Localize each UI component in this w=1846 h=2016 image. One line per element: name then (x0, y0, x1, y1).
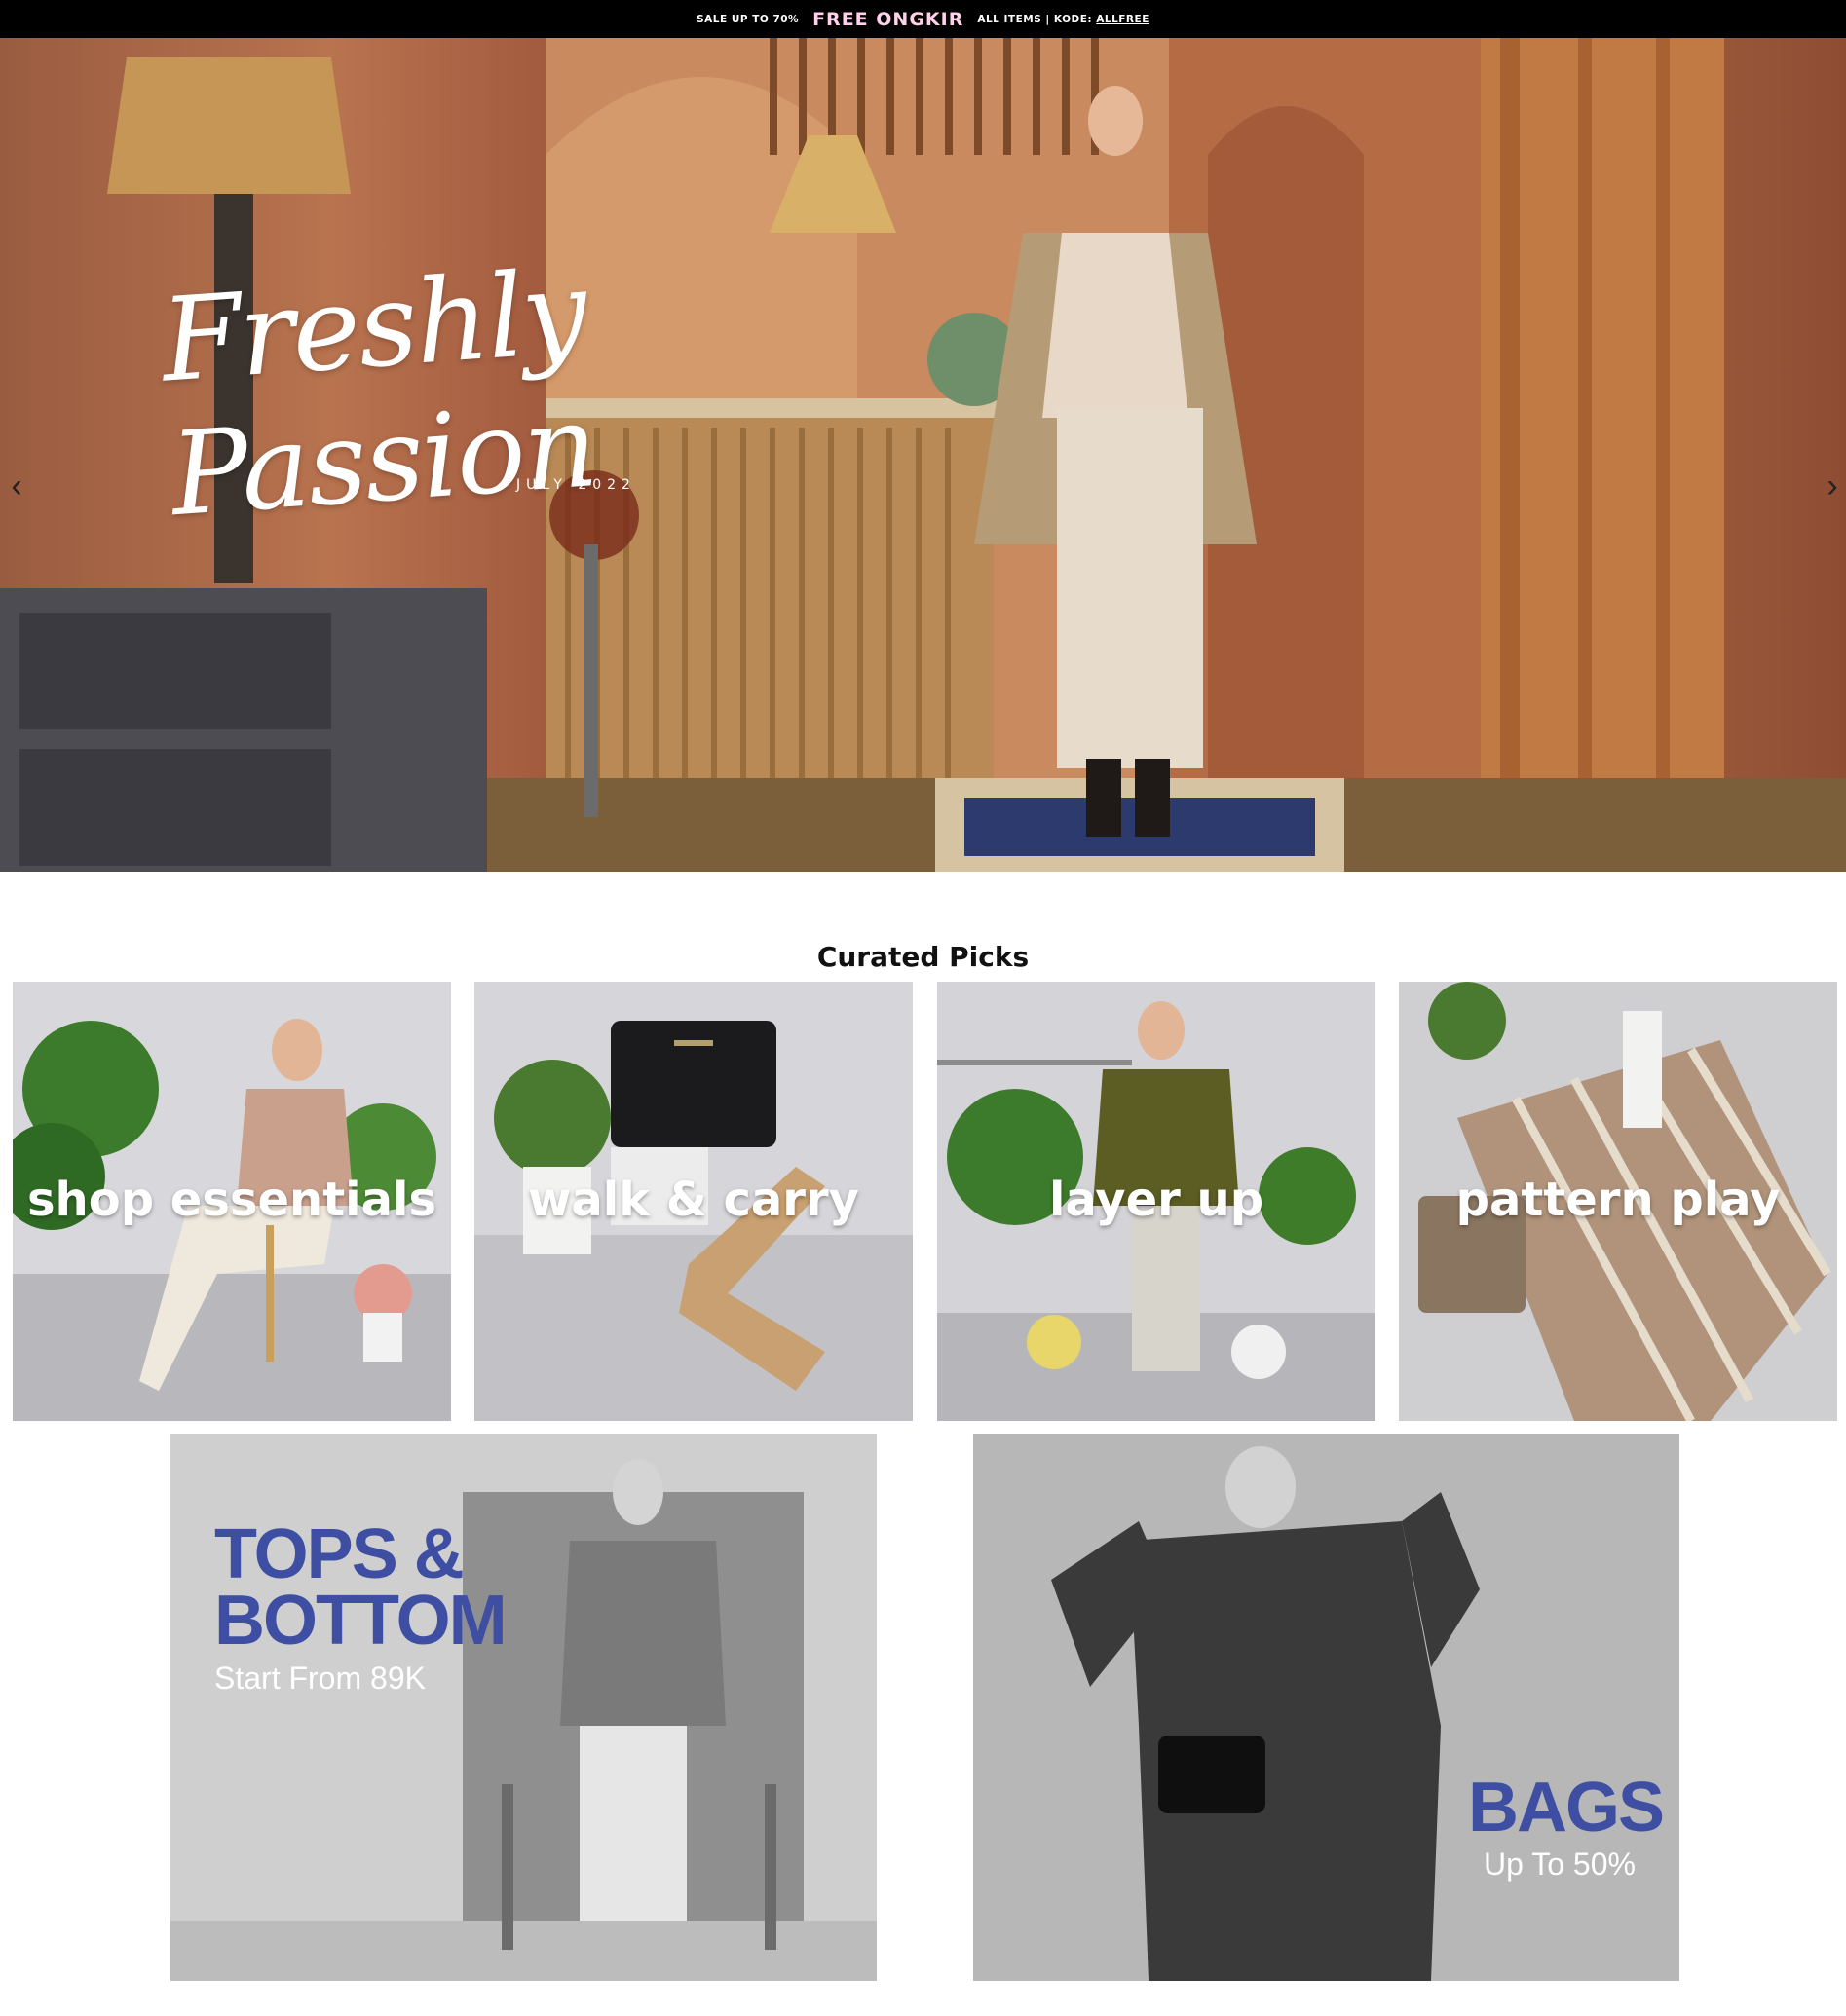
announcement-bar: SALE UP TO 70% FREE ONGKIR ALL ITEMS | K… (0, 0, 1846, 38)
bags-title: BAGS (1468, 1769, 1665, 1847)
promo-code-link[interactable]: ALLFREE (1096, 14, 1149, 25)
tile-shop-essentials[interactable]: shop essentials (13, 982, 451, 1421)
tops-line1: TOPS & (214, 1515, 465, 1593)
bags-subtitle: Up To 50% (1484, 1847, 1636, 1882)
bags-photo (973, 1434, 1679, 1981)
chevron-right-icon[interactable]: › (1818, 467, 1846, 505)
hero-banner[interactable]: Freshly Passion JULY 2022 ‹ › (0, 38, 1846, 872)
tile-walk-and-carry[interactable]: walk & carry (474, 982, 913, 1421)
free-ongkir-text: FREE ONGKIR (812, 8, 964, 30)
tile-pattern-play[interactable]: pattern play (1399, 982, 1837, 1421)
tile-label: layer up (1048, 1173, 1264, 1227)
hero-subtitle: JULY 2022 (516, 477, 636, 493)
tops-subtitle: Start From 89K (214, 1661, 426, 1696)
tile-label: pattern play (1455, 1173, 1781, 1227)
items-text: ALL ITEMS | KODE: (977, 13, 1093, 25)
sale-text: SALE UP TO 70% (697, 13, 800, 25)
promo-tops-bottom[interactable]: TOPS & BOTTOM Start From 89K (170, 1434, 877, 1981)
curated-picks-heading: Curated Picks (816, 941, 1030, 973)
hero-title: Freshly Passion (157, 243, 600, 542)
items-kode-text: ALL ITEMS | KODE: ALLFREE (977, 14, 1149, 25)
promo-bags[interactable]: BAGS Up To 50% (973, 1434, 1679, 1981)
chevron-left-icon[interactable]: ‹ (2, 467, 31, 505)
tile-layer-up[interactable]: layer up (937, 982, 1375, 1421)
tile-label: shop essentials (26, 1173, 437, 1227)
tile-label: walk & carry (528, 1173, 859, 1227)
tops-line2: BOTTOM (214, 1582, 508, 1660)
